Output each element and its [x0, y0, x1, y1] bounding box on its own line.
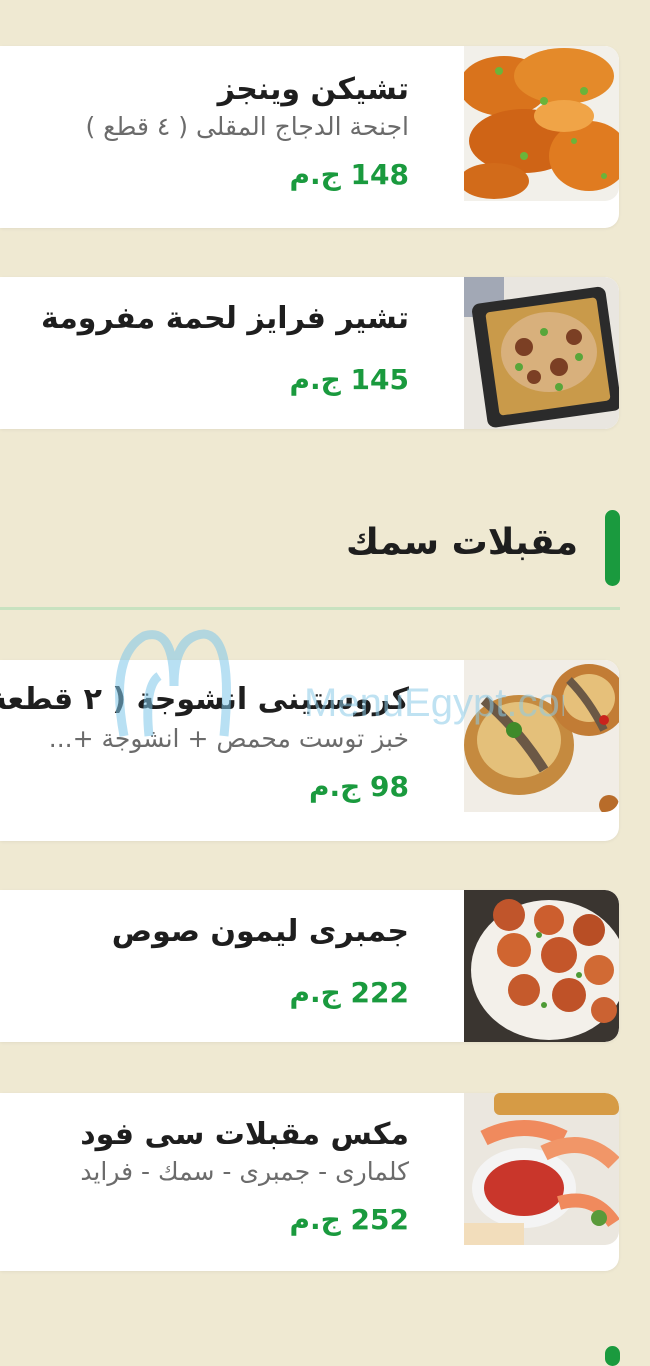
- chicken-wings-image: [464, 46, 619, 201]
- item-description: اجنحة الدجاج المقلى ( ٤ قطع ): [85, 112, 409, 141]
- item-title: تشير فرايز لحمة مفرومة: [41, 301, 409, 336]
- lemon-shrimp-image: [464, 890, 619, 1042]
- item-title: كروستينى انشوجة ( ٢ قطعة ): [0, 682, 409, 717]
- item-description: كلمارى - جمبرى - سمك - فرايد: [80, 1157, 409, 1186]
- item-price: 222 ج.م: [289, 976, 409, 1009]
- menu-item-card[interactable]: مكس مقبلات سى فود كلمارى - جمبرى - سمك -…: [0, 1093, 619, 1271]
- item-price: 252 ج.م: [289, 1203, 409, 1236]
- item-price: 98 ج.م: [308, 770, 409, 803]
- item-price: 145 ج.م: [289, 363, 409, 396]
- item-title: جمبرى ليمون صوص: [111, 914, 409, 949]
- menu-item-card[interactable]: تشيكن وينجز اجنحة الدجاج المقلى ( ٤ قطع …: [0, 46, 619, 228]
- seafood-mix-image: [464, 1093, 619, 1245]
- section-title: مقبلات سمك: [346, 522, 578, 563]
- next-section-accent-bar: [605, 1346, 620, 1366]
- section-divider: [0, 607, 620, 610]
- item-title: مكس مقبلات سى فود: [80, 1117, 409, 1152]
- menu-item-card[interactable]: كروستينى انشوجة ( ٢ قطعة ) خبز توست محمص…: [0, 660, 619, 841]
- item-title: تشيكن وينجز: [217, 72, 409, 107]
- anchovy-crostini-image: [464, 660, 619, 812]
- cheese-fries-image: [464, 277, 619, 429]
- menu-item-card[interactable]: تشير فرايز لحمة مفرومة 145 ج.م: [0, 277, 619, 429]
- menu-item-card[interactable]: جمبرى ليمون صوص 222 ج.م: [0, 890, 619, 1042]
- item-description: خبز توست محمص + انشوجة +...: [48, 724, 409, 753]
- section-accent-bar: [605, 510, 620, 586]
- item-price: 148 ج.م: [289, 158, 409, 191]
